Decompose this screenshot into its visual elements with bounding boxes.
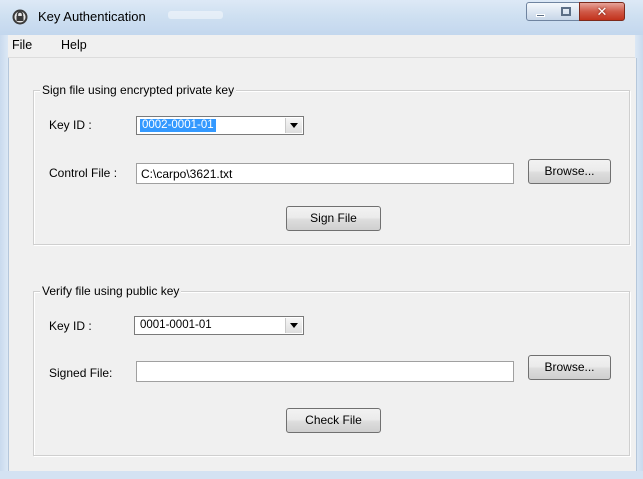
sign-group-legend: Sign file using encrypted private key bbox=[40, 83, 237, 97]
check-file-button[interactable]: Check File bbox=[286, 408, 381, 433]
close-button[interactable]: ✕ bbox=[579, 2, 625, 21]
window-frame-bottom bbox=[0, 471, 643, 479]
signed-file-input[interactable] bbox=[136, 361, 514, 382]
minimize-button[interactable] bbox=[526, 2, 554, 21]
title-bar-decoration bbox=[168, 11, 223, 19]
verify-browse-button[interactable]: Browse... bbox=[528, 355, 611, 380]
menu-help[interactable]: Help bbox=[61, 38, 87, 52]
verify-key-id-value: 0001-0001-01 bbox=[140, 319, 212, 331]
app-lock-icon bbox=[12, 9, 28, 25]
window-frame-left bbox=[0, 35, 8, 479]
close-icon: ✕ bbox=[596, 4, 608, 19]
verify-key-id-label: Key ID : bbox=[49, 319, 92, 333]
maximize-button[interactable] bbox=[553, 2, 580, 21]
sign-key-id-dropdown[interactable]: 0002-0001-01 bbox=[136, 116, 304, 135]
menu-file[interactable]: File bbox=[12, 38, 32, 52]
sign-file-button[interactable]: Sign File bbox=[286, 206, 381, 231]
key-authentication-window: Key Authentication ✕ File Help Sign file… bbox=[0, 0, 643, 479]
title-bar[interactable]: Key Authentication ✕ bbox=[0, 0, 643, 36]
dropdown-arrow-icon[interactable] bbox=[285, 318, 302, 333]
control-file-input[interactable] bbox=[136, 163, 514, 184]
signed-file-label: Signed File: bbox=[49, 366, 113, 380]
window-title: Key Authentication bbox=[38, 9, 146, 24]
minimize-icon bbox=[536, 14, 545, 17]
maximize-icon bbox=[561, 7, 571, 16]
sign-key-id-value: 0002-0001-01 bbox=[140, 119, 216, 132]
verify-key-id-dropdown[interactable]: 0001-0001-01 bbox=[134, 316, 304, 335]
menu-bar: File Help bbox=[8, 35, 635, 58]
sign-browse-button[interactable]: Browse... bbox=[528, 159, 611, 184]
control-file-label: Control File : bbox=[49, 166, 118, 180]
verify-group-legend: Verify file using public key bbox=[40, 284, 182, 298]
dropdown-arrow-icon[interactable] bbox=[285, 118, 302, 133]
sign-key-id-label: Key ID : bbox=[49, 118, 92, 132]
